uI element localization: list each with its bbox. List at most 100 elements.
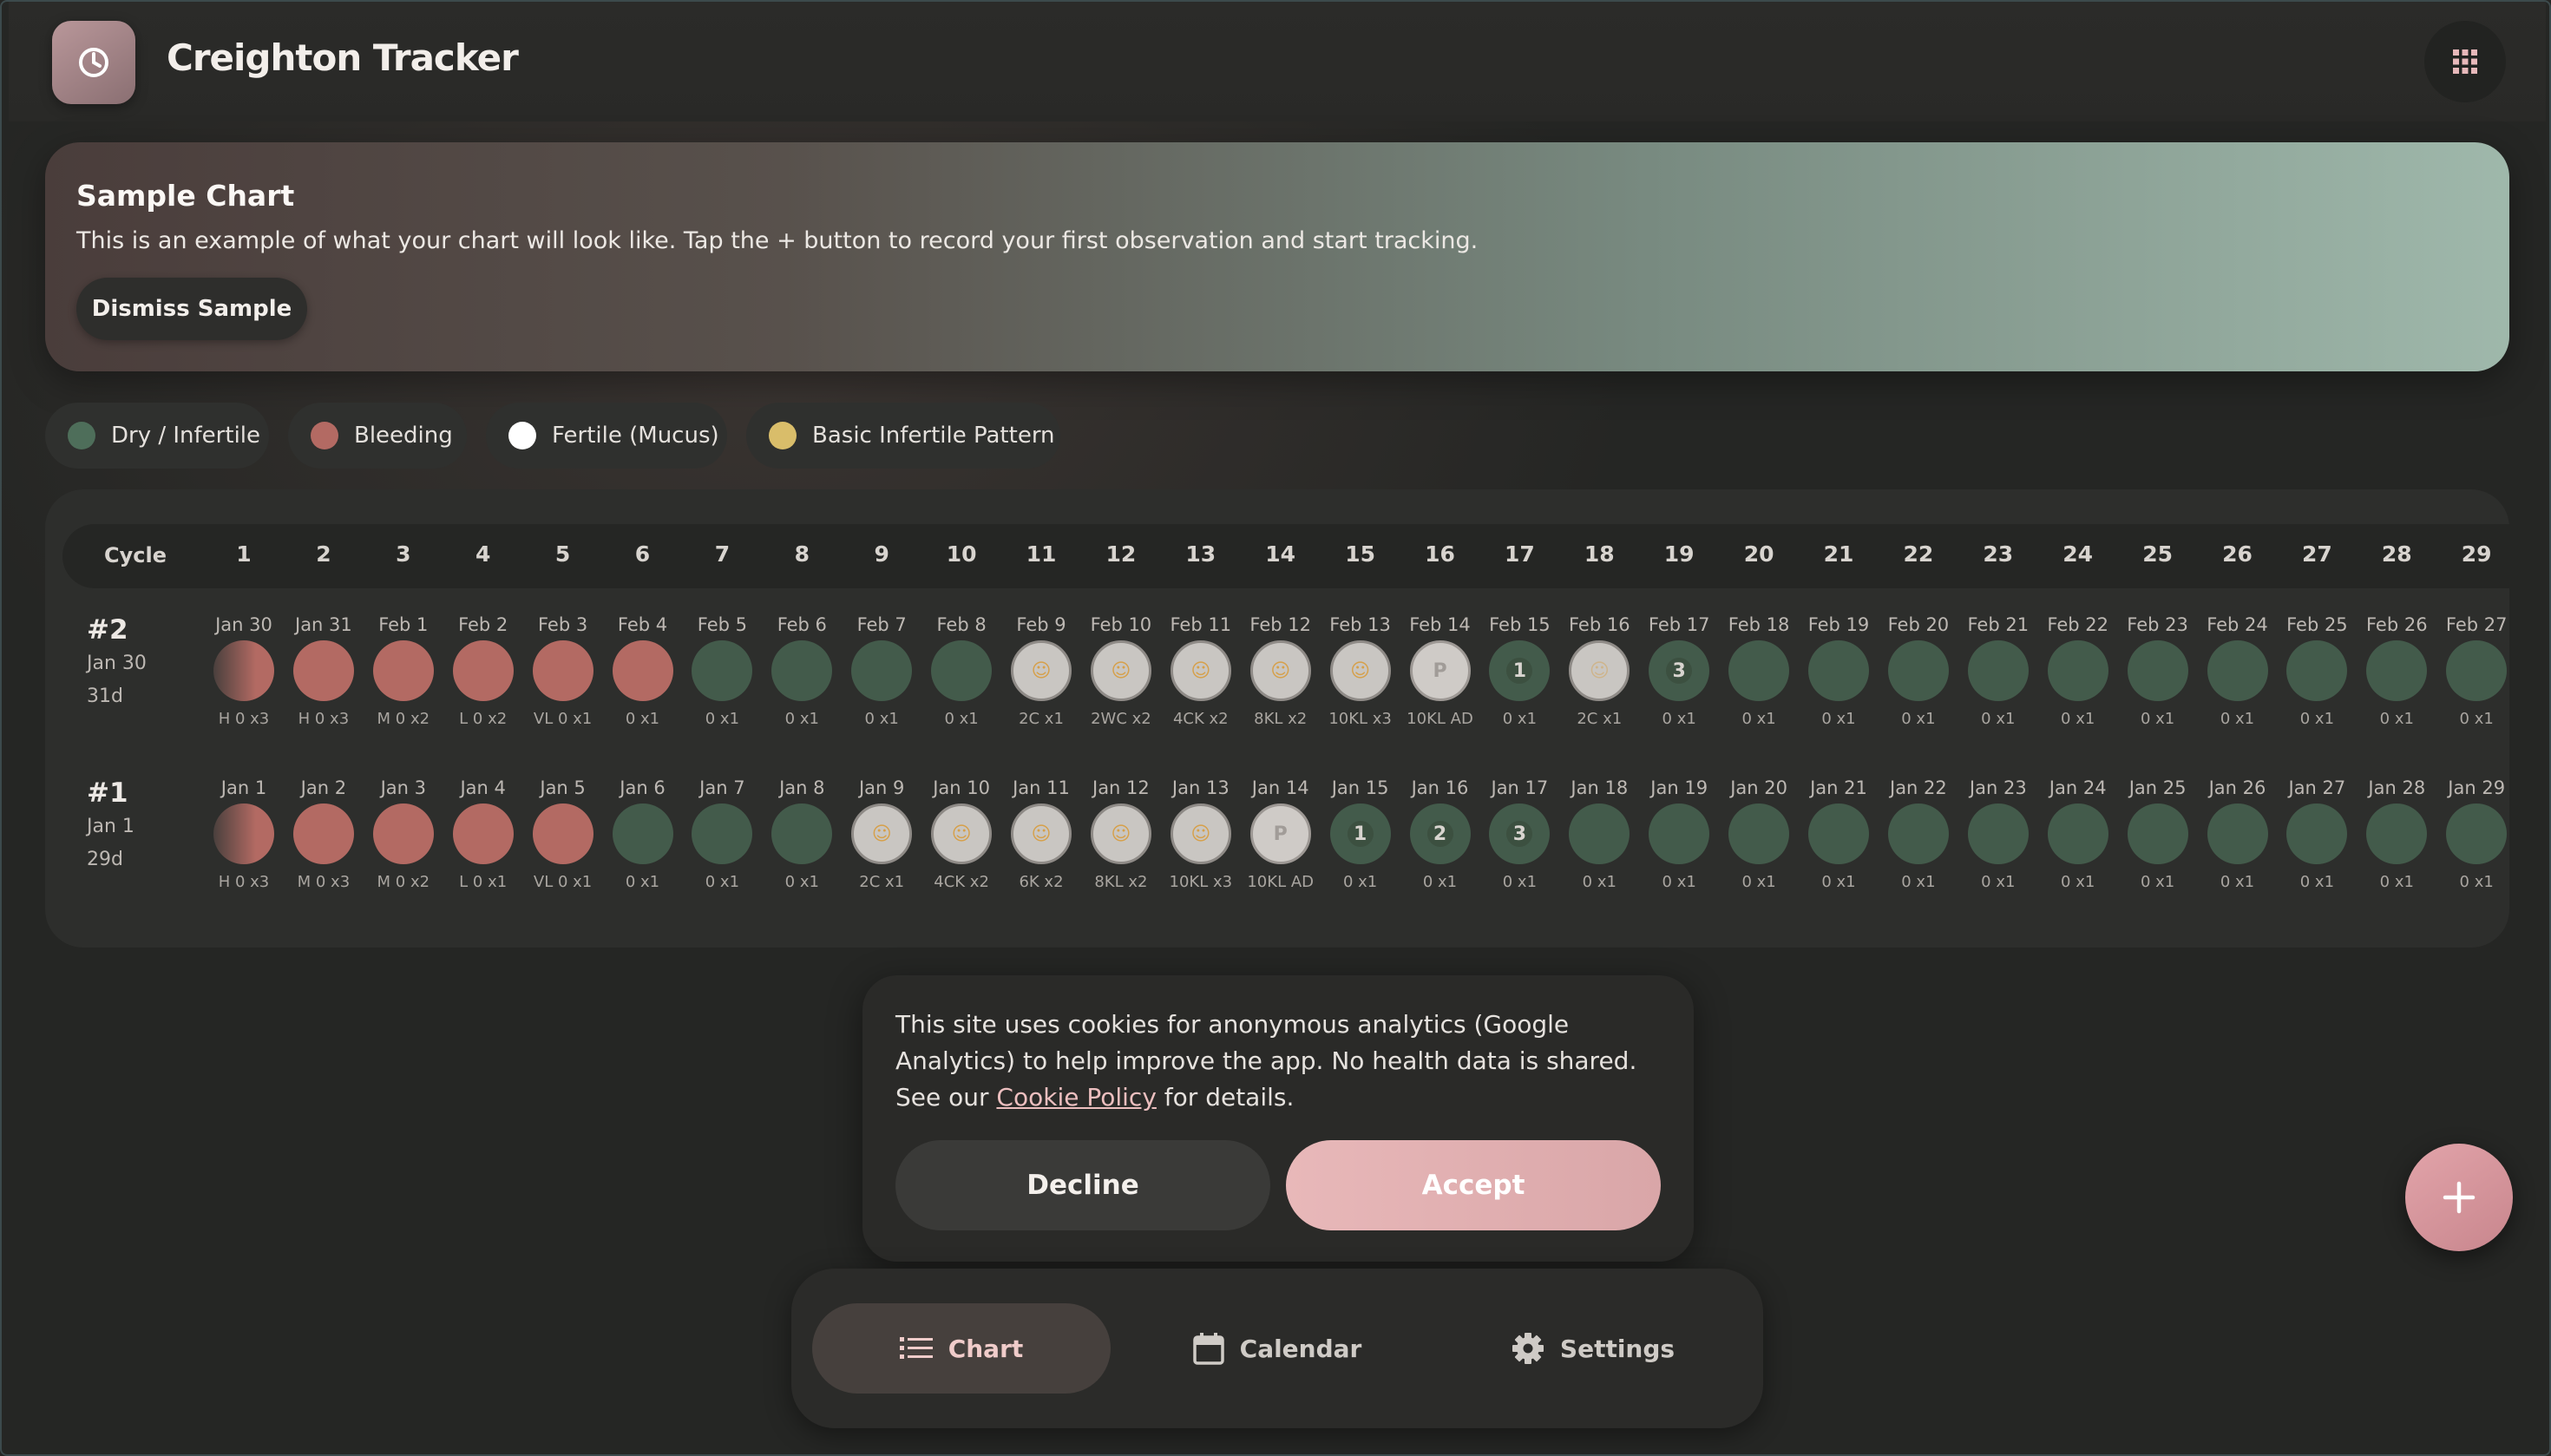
observation-marker[interactable] [851,640,913,701]
day-date: Jan 15 [1331,777,1389,798]
observation-marker[interactable] [1808,803,1869,864]
observation-marker[interactable] [612,640,673,701]
observation-marker[interactable] [2047,640,2108,701]
day-date: Jan 27 [2288,777,2346,798]
day-date: Jan 18 [1571,777,1629,798]
observation-marker[interactable]: 2 [1409,803,1471,864]
observation-marker[interactable] [2366,640,2428,701]
dismiss-sample-button[interactable]: Dismiss Sample [76,278,307,340]
observation-marker[interactable] [2446,803,2508,864]
legend-dot [311,422,338,449]
observation-code: VL 0 x1 [533,873,593,891]
observation-marker[interactable] [1569,803,1630,864]
observation-marker[interactable] [532,640,593,701]
observation-marker[interactable]: ☺ [931,803,993,864]
day-date: Jan 22 [1890,777,1947,798]
nav-calendar[interactable]: Calendar [1128,1303,1426,1394]
observation-marker[interactable] [213,640,274,701]
observation-marker[interactable]: ☺ [1569,640,1630,701]
observation-marker[interactable] [372,640,434,701]
observation-marker[interactable]: ☺ [1249,640,1311,701]
day-date: Jan 28 [2368,777,2426,798]
observation-marker[interactable]: P [1249,803,1311,864]
observation-marker[interactable] [1649,803,1710,864]
observation-marker[interactable] [2286,640,2348,701]
observation-marker[interactable] [372,803,434,864]
observation-marker[interactable] [1728,803,1790,864]
day-column-header: 29 [2461,541,2492,567]
observation-marker[interactable] [2207,803,2268,864]
observation-marker[interactable] [771,640,833,701]
observation-marker[interactable] [692,803,753,864]
observation-marker[interactable] [452,803,514,864]
observation-marker[interactable]: 1 [1489,640,1551,701]
calendar-icon [1192,1333,1224,1365]
observation-marker[interactable] [532,803,593,864]
observation-marker[interactable]: 3 [1649,640,1710,701]
observation-marker[interactable] [1967,640,2029,701]
observation-marker[interactable]: P [1409,640,1471,701]
observation-marker[interactable] [931,640,993,701]
observation-marker[interactable]: ☺ [1090,803,1151,864]
day-date: Feb 3 [537,614,588,635]
observation-marker[interactable] [292,803,354,864]
nav-chart[interactable]: Chart [812,1303,1111,1394]
observation-code: 0 x1 [1662,873,1696,891]
observation-marker[interactable] [2286,803,2348,864]
day-date: Jan 1 [220,777,267,798]
observation-marker[interactable] [1887,803,1949,864]
baby-icon: ☺ [1589,659,1610,682]
cookie-message: This site uses cookies for anonymous ana… [895,1007,1668,1116]
observation-marker[interactable]: ☺ [1011,640,1072,701]
day-date: Feb 15 [1489,614,1551,635]
app-logo[interactable] [52,21,135,104]
day-date: Feb 1 [378,614,429,635]
observation-marker[interactable] [1887,640,1949,701]
observation-marker[interactable] [2127,640,2188,701]
nav-settings[interactable]: Settings [1444,1303,1742,1394]
observation-code: 0 x1 [1662,710,1696,728]
baby-icon: ☺ [1350,659,1371,682]
observation-marker[interactable] [2366,803,2428,864]
baby-icon: ☺ [1270,659,1291,682]
day-date: Jan 30 [215,614,272,635]
observation-marker[interactable] [771,803,833,864]
observation-code: 2C x1 [1577,710,1623,728]
observation-code: 0 x1 [2061,873,2095,891]
observation-marker[interactable] [1808,640,1869,701]
observation-marker[interactable]: 3 [1489,803,1551,864]
observation-marker[interactable]: 1 [1329,803,1391,864]
observation-marker[interactable] [2446,640,2508,701]
observation-code: 0 x1 [2379,710,2414,728]
observation-marker[interactable] [1967,803,2029,864]
app-header: Creighton Tracker [9,2,2546,121]
apps-menu-button[interactable] [2424,21,2506,102]
cookie-policy-link[interactable]: Cookie Policy [996,1083,1156,1112]
day-column-header: 7 [714,541,731,567]
observation-marker[interactable] [213,803,274,864]
observation-marker[interactable]: ☺ [1329,640,1391,701]
baby-icon: ☺ [951,823,972,845]
observation-marker[interactable]: ☺ [1170,640,1231,701]
observation-marker[interactable]: ☺ [1170,803,1231,864]
observation-marker[interactable]: ☺ [1090,640,1151,701]
add-observation-button[interactable] [2405,1144,2513,1251]
observation-code: 0 x1 [1422,873,1458,891]
observation-marker[interactable] [292,640,354,701]
accept-button[interactable]: Accept [1286,1140,1661,1230]
observation-marker[interactable]: ☺ [1011,803,1072,864]
observation-marker[interactable]: ☺ [851,803,913,864]
decline-button[interactable]: Decline [895,1140,1270,1230]
observation-marker[interactable] [2127,803,2188,864]
day-date: Feb 8 [936,614,987,635]
observation-code: 0 x1 [1502,710,1538,728]
observation-marker[interactable] [2047,803,2108,864]
day-date: Jan 13 [1171,777,1230,798]
observation-marker[interactable] [692,640,753,701]
observation-marker[interactable] [1728,640,1790,701]
observation-marker[interactable] [2207,640,2268,701]
legend-dot [769,422,797,449]
observation-marker[interactable] [612,803,673,864]
observation-marker[interactable] [452,640,514,701]
day-column-header: 16 [1425,541,1455,567]
